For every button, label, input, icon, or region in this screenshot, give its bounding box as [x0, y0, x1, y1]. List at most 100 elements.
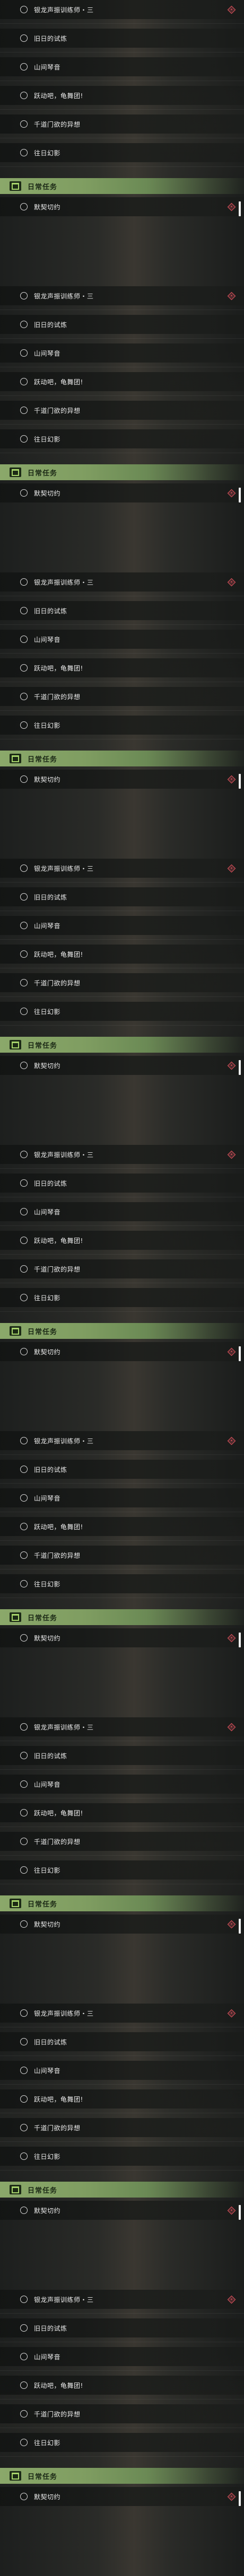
daily-quest-row[interactable]: 默契切约 — [0, 1056, 244, 1075]
daily-task-header[interactable]: 日常任务 — [0, 1895, 244, 1911]
daily-quest-row[interactable]: 默契切约 — [0, 2487, 244, 2506]
daily-task-header[interactable]: 日常任务 — [0, 1609, 244, 1625]
quest-row[interactable]: 银龙声振训练师・三 — [0, 0, 244, 19]
quest-row[interactable]: 旧日的试炼 — [0, 601, 244, 620]
scrollbar-thumb[interactable] — [239, 1346, 241, 1361]
radio-circle-icon[interactable] — [20, 607, 28, 614]
daily-task-header[interactable]: 日常任务 — [0, 2468, 244, 2484]
quest-row[interactable]: 山间琴音 — [0, 57, 244, 76]
radio-circle-icon[interactable] — [20, 1866, 28, 1874]
quest-row[interactable]: 山间琴音 — [0, 916, 244, 935]
quest-row[interactable]: 旧日的试炼 — [0, 315, 244, 334]
radio-circle-icon[interactable] — [20, 1008, 28, 1015]
radio-circle-icon[interactable] — [20, 864, 28, 872]
radio-circle-icon[interactable] — [20, 407, 28, 414]
radio-circle-icon[interactable] — [20, 1920, 28, 1928]
quest-row[interactable]: 银龙声振训练师・三 — [0, 286, 244, 305]
daily-task-header[interactable]: 日常任务 — [0, 751, 244, 766]
quest-row[interactable]: 千道门欲的异想 — [0, 687, 244, 706]
quest-row[interactable]: 跃动吧，龟舞团! — [0, 945, 244, 964]
radio-circle-icon[interactable] — [20, 2493, 28, 2500]
daily-task-header[interactable]: 日常任务 — [0, 2182, 244, 2198]
radio-circle-icon[interactable] — [20, 1838, 28, 1845]
quest-row[interactable]: 银龙声振训练师・三 — [0, 572, 244, 592]
radio-circle-icon[interactable] — [20, 2095, 28, 2103]
radio-circle-icon[interactable] — [20, 435, 28, 443]
radio-circle-icon[interactable] — [20, 2124, 28, 2131]
quest-row[interactable]: 银龙声振训练师・三 — [0, 2290, 244, 2309]
radio-circle-icon[interactable] — [20, 693, 28, 700]
radio-circle-icon[interactable] — [20, 378, 28, 385]
radio-circle-icon[interactable] — [20, 2296, 28, 2303]
radio-circle-icon[interactable] — [20, 92, 28, 99]
radio-circle-icon[interactable] — [20, 1179, 28, 1187]
quest-row[interactable]: 千道门欲的异想 — [0, 1259, 244, 1278]
radio-circle-icon[interactable] — [20, 149, 28, 156]
quest-row[interactable]: 往日幻影 — [0, 1574, 244, 1593]
radio-circle-icon[interactable] — [20, 893, 28, 901]
radio-circle-icon[interactable] — [20, 34, 28, 42]
quest-row[interactable]: 千道门欲的异想 — [0, 973, 244, 992]
quest-row[interactable]: 千道门欲的异想 — [0, 1546, 244, 1565]
radio-circle-icon[interactable] — [20, 2439, 28, 2446]
daily-quest-row[interactable]: 默契切约 — [0, 483, 244, 502]
quest-row[interactable]: 千道门欲的异想 — [0, 2118, 244, 2137]
radio-circle-icon[interactable] — [20, 2009, 28, 2017]
radio-circle-icon[interactable] — [20, 2152, 28, 2160]
quest-row[interactable]: 旧日的试炼 — [0, 887, 244, 906]
quest-row[interactable]: 跃动吧，龟舞团! — [0, 372, 244, 391]
radio-circle-icon[interactable] — [20, 2381, 28, 2389]
quest-row[interactable]: 旧日的试炼 — [0, 1460, 244, 1479]
radio-circle-icon[interactable] — [20, 775, 28, 783]
quest-row[interactable]: 旧日的试炼 — [0, 29, 244, 48]
quest-row[interactable]: 千道门欲的异想 — [0, 114, 244, 134]
daily-quest-row[interactable]: 默契切约 — [0, 1342, 244, 1361]
daily-task-header[interactable]: 日常任务 — [0, 1323, 244, 1339]
daily-quest-row[interactable]: 默契切约 — [0, 770, 244, 789]
radio-circle-icon[interactable] — [20, 1809, 28, 1816]
radio-circle-icon[interactable] — [20, 1348, 28, 1355]
radio-circle-icon[interactable] — [20, 489, 28, 497]
radio-circle-icon[interactable] — [20, 2410, 28, 2418]
radio-circle-icon[interactable] — [20, 1466, 28, 1473]
quest-row[interactable]: 银龙声振训练师・三 — [0, 1145, 244, 1164]
radio-circle-icon[interactable] — [20, 922, 28, 929]
quest-row[interactable]: 往日幻影 — [0, 716, 244, 735]
quest-row[interactable]: 银龙声振训练师・三 — [0, 1717, 244, 1736]
radio-circle-icon[interactable] — [20, 321, 28, 328]
radio-circle-icon[interactable] — [20, 2207, 28, 2214]
quest-row[interactable]: 往日幻影 — [0, 1002, 244, 1021]
quest-row[interactable]: 千道门欲的异想 — [0, 2404, 244, 2423]
quest-row[interactable]: 跃动吧，龟舞团! — [0, 1517, 244, 1536]
daily-task-header[interactable]: 日常任务 — [0, 178, 244, 194]
quest-row[interactable]: 银龙声振训练师・三 — [0, 859, 244, 878]
scrollbar-thumb[interactable] — [239, 488, 241, 502]
radio-circle-icon[interactable] — [20, 120, 28, 128]
radio-circle-icon[interactable] — [20, 1062, 28, 1069]
radio-circle-icon[interactable] — [20, 721, 28, 729]
quest-row[interactable]: 往日幻影 — [0, 1860, 244, 1880]
scrollbar-thumb[interactable] — [239, 2491, 241, 2506]
radio-circle-icon[interactable] — [20, 1752, 28, 1759]
scrollbar-thumb[interactable] — [239, 1060, 241, 1075]
quest-row[interactable]: 跃动吧，龟舞团! — [0, 658, 244, 677]
radio-circle-icon[interactable] — [20, 1580, 28, 1587]
quest-row[interactable]: 山间琴音 — [0, 1202, 244, 1221]
quest-row[interactable]: 往日幻影 — [0, 143, 244, 162]
radio-circle-icon[interactable] — [20, 664, 28, 672]
radio-circle-icon[interactable] — [20, 349, 28, 357]
radio-circle-icon[interactable] — [20, 1151, 28, 1158]
scrollbar-thumb[interactable] — [239, 1633, 241, 1647]
scrollbar-thumb[interactable] — [239, 1919, 241, 1934]
quest-row[interactable]: 旧日的试炼 — [0, 1746, 244, 1765]
quest-row[interactable]: 银龙声振训练师・三 — [0, 2004, 244, 2023]
daily-quest-row[interactable]: 默契切约 — [0, 1628, 244, 1647]
radio-circle-icon[interactable] — [20, 636, 28, 643]
scrollbar-thumb[interactable] — [239, 201, 241, 216]
radio-circle-icon[interactable] — [20, 1237, 28, 1244]
daily-quest-row[interactable]: 默契切约 — [0, 1915, 244, 1934]
quest-row[interactable]: 银龙声振训练师・三 — [0, 1431, 244, 1450]
quest-row[interactable]: 旧日的试炼 — [0, 2032, 244, 2051]
quest-row[interactable]: 往日幻影 — [0, 1288, 244, 1307]
radio-circle-icon[interactable] — [20, 2324, 28, 2332]
